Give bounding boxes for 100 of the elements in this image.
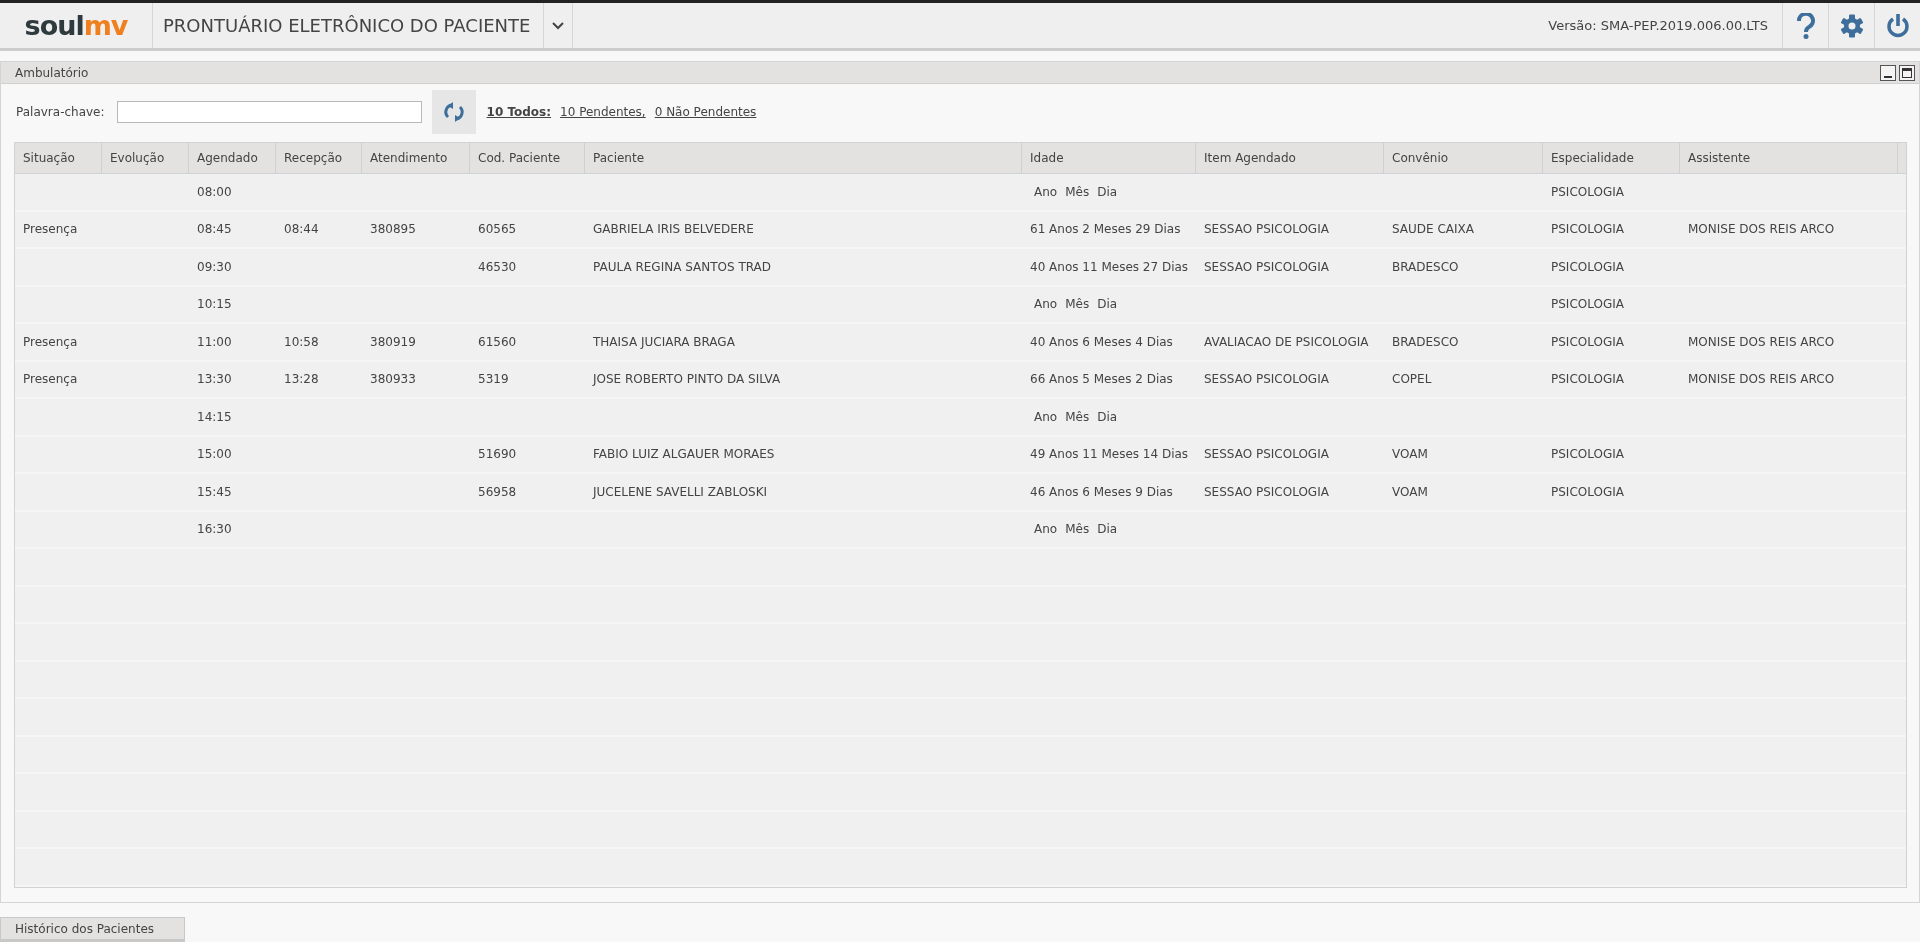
filter-link[interactable]: 0 Não Pendentes xyxy=(654,105,757,119)
column-header[interactable]: Idade xyxy=(1022,143,1196,173)
keyword-field[interactable] xyxy=(116,101,422,123)
table-cell: VOAM xyxy=(1392,484,1428,499)
table-cell: THAISA JUCIARA BRAGA xyxy=(593,334,735,349)
column-header[interactable]: Especialidade xyxy=(1543,143,1680,173)
table-cell: 380895 xyxy=(370,222,416,237)
age-unit-label: Ano xyxy=(1034,522,1058,537)
table-cell: 09:30 xyxy=(197,259,232,274)
table-cell: JUCELENE SAVELLI ZABLOSKI xyxy=(593,484,768,499)
version-label: Versão: SMA-PEP.2019.006.00.LTS xyxy=(1548,17,1769,35)
column-header[interactable]: Evolução xyxy=(102,143,189,173)
table-cell: Presença xyxy=(23,372,78,387)
table-cell: MONISE DOS REIS ARCO xyxy=(1688,334,1835,349)
table-cell: SAUDE CAIXA xyxy=(1392,222,1475,237)
panel-title: Ambulatório xyxy=(15,65,90,80)
filter-link[interactable]: 10 Pendentes, xyxy=(560,105,646,119)
table-cell: 61 Anos 2 Meses 29 Dias xyxy=(1030,222,1181,237)
table-cell: 15:00 xyxy=(197,447,232,462)
table-cell: SESSAO PSICOLOGIA xyxy=(1204,447,1329,462)
table-cell: 13:28 xyxy=(284,372,319,387)
table-cell: PSICOLOGIA xyxy=(1551,484,1624,499)
table-cell: SESSAO PSICOLOGIA xyxy=(1204,259,1329,274)
table-cell: 40 Anos 6 Meses 4 Dias xyxy=(1030,334,1173,349)
age-unit-label: Dia xyxy=(1097,184,1118,199)
column-header[interactable]: Recepção xyxy=(276,143,362,173)
table-cell: Presença xyxy=(23,334,78,349)
table-cell: 51690 xyxy=(478,447,517,462)
age-unit-label: Dia xyxy=(1097,522,1118,537)
age-unit-label: Mês xyxy=(1065,184,1090,199)
age-unit-label: Ano xyxy=(1034,297,1058,312)
age-unit-label: Dia xyxy=(1097,409,1118,424)
age-unit-label: Ano xyxy=(1034,409,1058,424)
table-cell: PSICOLOGIA xyxy=(1551,372,1624,387)
table-cell: 08:45 xyxy=(197,222,232,237)
column-header[interactable]: Atendimento xyxy=(362,143,470,173)
table-cell: 49 Anos 11 Meses 14 Dias xyxy=(1030,447,1189,462)
table-cell: PSICOLOGIA xyxy=(1551,222,1624,237)
table-cell: Presença xyxy=(23,222,78,237)
table-cell: 40 Anos 11 Meses 27 Dias xyxy=(1030,259,1189,274)
logo: soulmv xyxy=(24,10,128,41)
table-cell: 16:30 xyxy=(197,522,232,537)
table-cell: 5319 xyxy=(478,372,509,387)
column-header[interactable]: Paciente xyxy=(585,143,1022,173)
table-cell: 08:00 xyxy=(197,184,232,199)
maximize-button[interactable] xyxy=(1899,64,1915,81)
chevron-down-icon xyxy=(552,21,564,30)
column-header[interactable]: Convênio xyxy=(1384,143,1543,173)
table-cell: SESSAO PSICOLOGIA xyxy=(1204,222,1329,237)
column-header[interactable]: Assistente xyxy=(1680,143,1898,173)
keyword-label: Palavra-chave: xyxy=(16,105,105,119)
age-unit-label: Ano xyxy=(1034,184,1058,199)
table-cell: 380933 xyxy=(370,372,416,387)
refresh-icon xyxy=(442,101,465,123)
table-cell: 46530 xyxy=(478,259,517,274)
table-cell: PSICOLOGIA xyxy=(1551,259,1624,274)
table-cell: GABRIELA IRIS BELVEDERE xyxy=(593,222,754,237)
minimize-button[interactable] xyxy=(1880,64,1896,81)
table-cell: 66 Anos 5 Meses 2 Dias xyxy=(1030,372,1173,387)
table-cell: 08:44 xyxy=(284,222,319,237)
age-unit-label: Mês xyxy=(1065,522,1090,537)
table-cell: SESSAO PSICOLOGIA xyxy=(1204,484,1329,499)
table-cell: 61560 xyxy=(478,334,517,349)
table-cell: PSICOLOGIA xyxy=(1551,447,1624,462)
table-cell: JOSE ROBERTO PINTO DA SILVA xyxy=(593,372,781,387)
age-unit-label: Dia xyxy=(1097,297,1118,312)
table-cell: VOAM xyxy=(1392,447,1428,462)
column-header[interactable]: Agendado xyxy=(189,143,276,173)
table-cell: BRADESCO xyxy=(1392,334,1459,349)
table-cell: PSICOLOGIA xyxy=(1551,334,1624,349)
table-cell: 13:30 xyxy=(197,372,232,387)
column-header[interactable]: Situação xyxy=(15,143,102,173)
table-cell: COPEL xyxy=(1392,372,1432,387)
power-icon xyxy=(1885,12,1910,39)
table-cell: 14:15 xyxy=(197,409,232,424)
table-cell: BRADESCO xyxy=(1392,259,1459,274)
table-cell: SESSAO PSICOLOGIA xyxy=(1204,372,1329,387)
table-cell: 60565 xyxy=(478,222,517,237)
table-cell: FABIO LUIZ ALGAUER MORAES xyxy=(593,447,775,462)
table-cell: 10:15 xyxy=(197,297,232,312)
table-cell: 56958 xyxy=(478,484,517,499)
settings-icon xyxy=(1839,13,1864,38)
column-header[interactable]: Item Agendado xyxy=(1196,143,1384,173)
age-unit-label: Mês xyxy=(1065,297,1090,312)
table-cell: 46 Anos 6 Meses 9 Dias xyxy=(1030,484,1173,499)
table-cell: PSICOLOGIA xyxy=(1551,297,1624,312)
history-tab[interactable]: Histórico dos Pacientes xyxy=(0,917,185,942)
help-icon xyxy=(1795,12,1816,39)
column-header[interactable]: Cod. Paciente xyxy=(470,143,585,173)
refresh-button[interactable] xyxy=(431,90,476,134)
table-cell: PSICOLOGIA xyxy=(1551,184,1624,199)
table-cell: PAULA REGINA SANTOS TRAD xyxy=(593,259,772,274)
table-cell: 10:58 xyxy=(284,334,319,349)
table-cell: MONISE DOS REIS ARCO xyxy=(1688,222,1835,237)
table-cell: AVALIACAO DE PSICOLOGIA xyxy=(1204,334,1369,349)
filter-link[interactable]: 10 Todos: xyxy=(486,105,552,119)
age-unit-label: Mês xyxy=(1065,409,1090,424)
table-cell: MONISE DOS REIS ARCO xyxy=(1688,372,1835,387)
table-cell: 15:45 xyxy=(197,484,232,499)
table-cell: 380919 xyxy=(370,334,416,349)
